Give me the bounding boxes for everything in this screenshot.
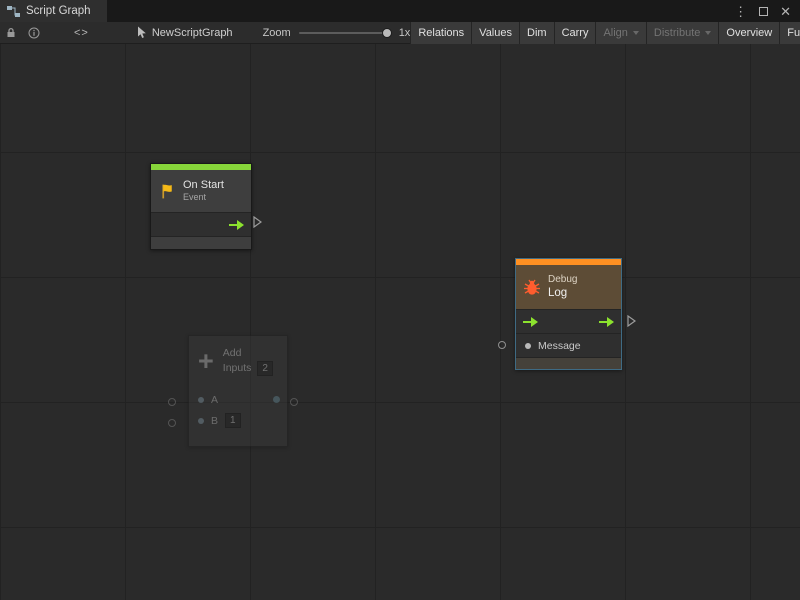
script-graph-window: Script Graph ⋮ ✕ <> <box>0 0 800 600</box>
graph-name-label: NewScriptGraph <box>152 27 233 39</box>
zoom-slider[interactable] <box>299 32 391 34</box>
cursor-icon <box>137 26 147 39</box>
graph-toolbar: <> NewScriptGraph Zoom 1x Relations Valu… <box>0 22 800 44</box>
value-port-dot <box>198 397 204 403</box>
input-a-label: A <box>211 394 218 406</box>
on-start-header: On Start Event <box>151 170 251 212</box>
message-input-row[interactable]: Message <box>516 333 621 357</box>
node-title: Log <box>548 286 577 301</box>
node-debug-log[interactable]: Debug Log <box>515 258 622 370</box>
input-a-port[interactable] <box>168 398 176 406</box>
dropdown-caret-icon <box>705 31 711 35</box>
align-button[interactable]: Align <box>595 22 645 44</box>
input-row-b[interactable]: B 1 <box>189 410 287 431</box>
titlebar: Script Graph ⋮ ✕ <box>0 0 800 22</box>
node-subtitle: Event <box>183 192 224 203</box>
on-start-flow-row <box>151 212 251 236</box>
input-b-label: B <box>211 415 218 427</box>
node-title-line1: Add <box>223 346 273 361</box>
script-graph-icon <box>7 0 20 22</box>
window-controls: ⋮ ✕ <box>734 0 800 22</box>
graph-name: NewScriptGraph <box>137 26 233 39</box>
zoom-value: 1x <box>399 27 411 39</box>
node-footer <box>516 357 621 369</box>
maximize-icon[interactable] <box>759 7 768 16</box>
fullscreen-button[interactable]: Full S <box>779 22 800 44</box>
close-icon[interactable]: ✕ <box>780 5 791 18</box>
relations-button[interactable]: Relations <box>410 22 471 44</box>
lock-icon[interactable] <box>0 22 22 44</box>
node-title: On Start <box>183 179 224 193</box>
input-row-a[interactable]: A <box>189 389 287 410</box>
message-input-port[interactable] <box>498 341 506 349</box>
node-category: Debug <box>548 273 577 286</box>
input-b-value-field[interactable]: 1 <box>225 413 241 428</box>
input-b-port[interactable] <box>168 419 176 427</box>
debug-log-header: Debug Log <box>516 265 621 309</box>
value-port-dot <box>525 343 531 349</box>
dropdown-caret-icon <box>633 31 639 35</box>
distribute-button[interactable]: Distribute <box>646 22 718 44</box>
debug-output-port[interactable] <box>627 315 636 327</box>
add-inputs-header: + Add Inputs 2 <box>189 336 287 382</box>
value-port-dot <box>198 418 204 424</box>
zoom-label: Zoom <box>263 27 291 39</box>
toolbar-buttons: Relations Values Dim Carry Align Distrib… <box>410 22 800 44</box>
info-icon[interactable] <box>22 22 46 44</box>
node-on-start[interactable]: On Start Event <box>150 163 252 250</box>
code-view-icon[interactable]: <> <box>68 22 95 44</box>
flag-icon <box>159 183 176 200</box>
tab-title: Script Graph <box>26 5 91 17</box>
flow-output-arrow-icon[interactable] <box>229 220 244 230</box>
window-menu-icon[interactable]: ⋮ <box>734 5 747 18</box>
values-button[interactable]: Values <box>471 22 519 44</box>
zoom-control: Zoom 1x <box>263 27 411 39</box>
bug-icon <box>523 279 541 296</box>
overview-button[interactable]: Overview <box>718 22 779 44</box>
flow-input-arrow-icon[interactable] <box>523 317 538 327</box>
flow-output-arrow-icon[interactable] <box>599 317 614 327</box>
node-title-line2: Inputs <box>223 361 252 376</box>
add-output-port[interactable] <box>290 398 298 406</box>
node-add-inputs[interactable]: + Add Inputs 2 A B 1 <box>188 335 288 447</box>
plus-icon: + <box>198 350 214 372</box>
value-output-dot <box>273 396 280 403</box>
carry-button[interactable]: Carry <box>554 22 596 44</box>
tab-script-graph[interactable]: Script Graph <box>0 0 107 22</box>
message-port-label: Message <box>538 340 581 352</box>
debug-flow-row <box>516 309 621 333</box>
zoom-slider-knob[interactable] <box>382 28 392 38</box>
graph-canvas[interactable]: On Start Event <box>0 44 800 600</box>
inputs-count-field[interactable]: 2 <box>257 361 273 376</box>
on-start-output-port[interactable] <box>253 216 262 228</box>
dim-button[interactable]: Dim <box>519 22 554 44</box>
node-footer <box>151 236 251 249</box>
